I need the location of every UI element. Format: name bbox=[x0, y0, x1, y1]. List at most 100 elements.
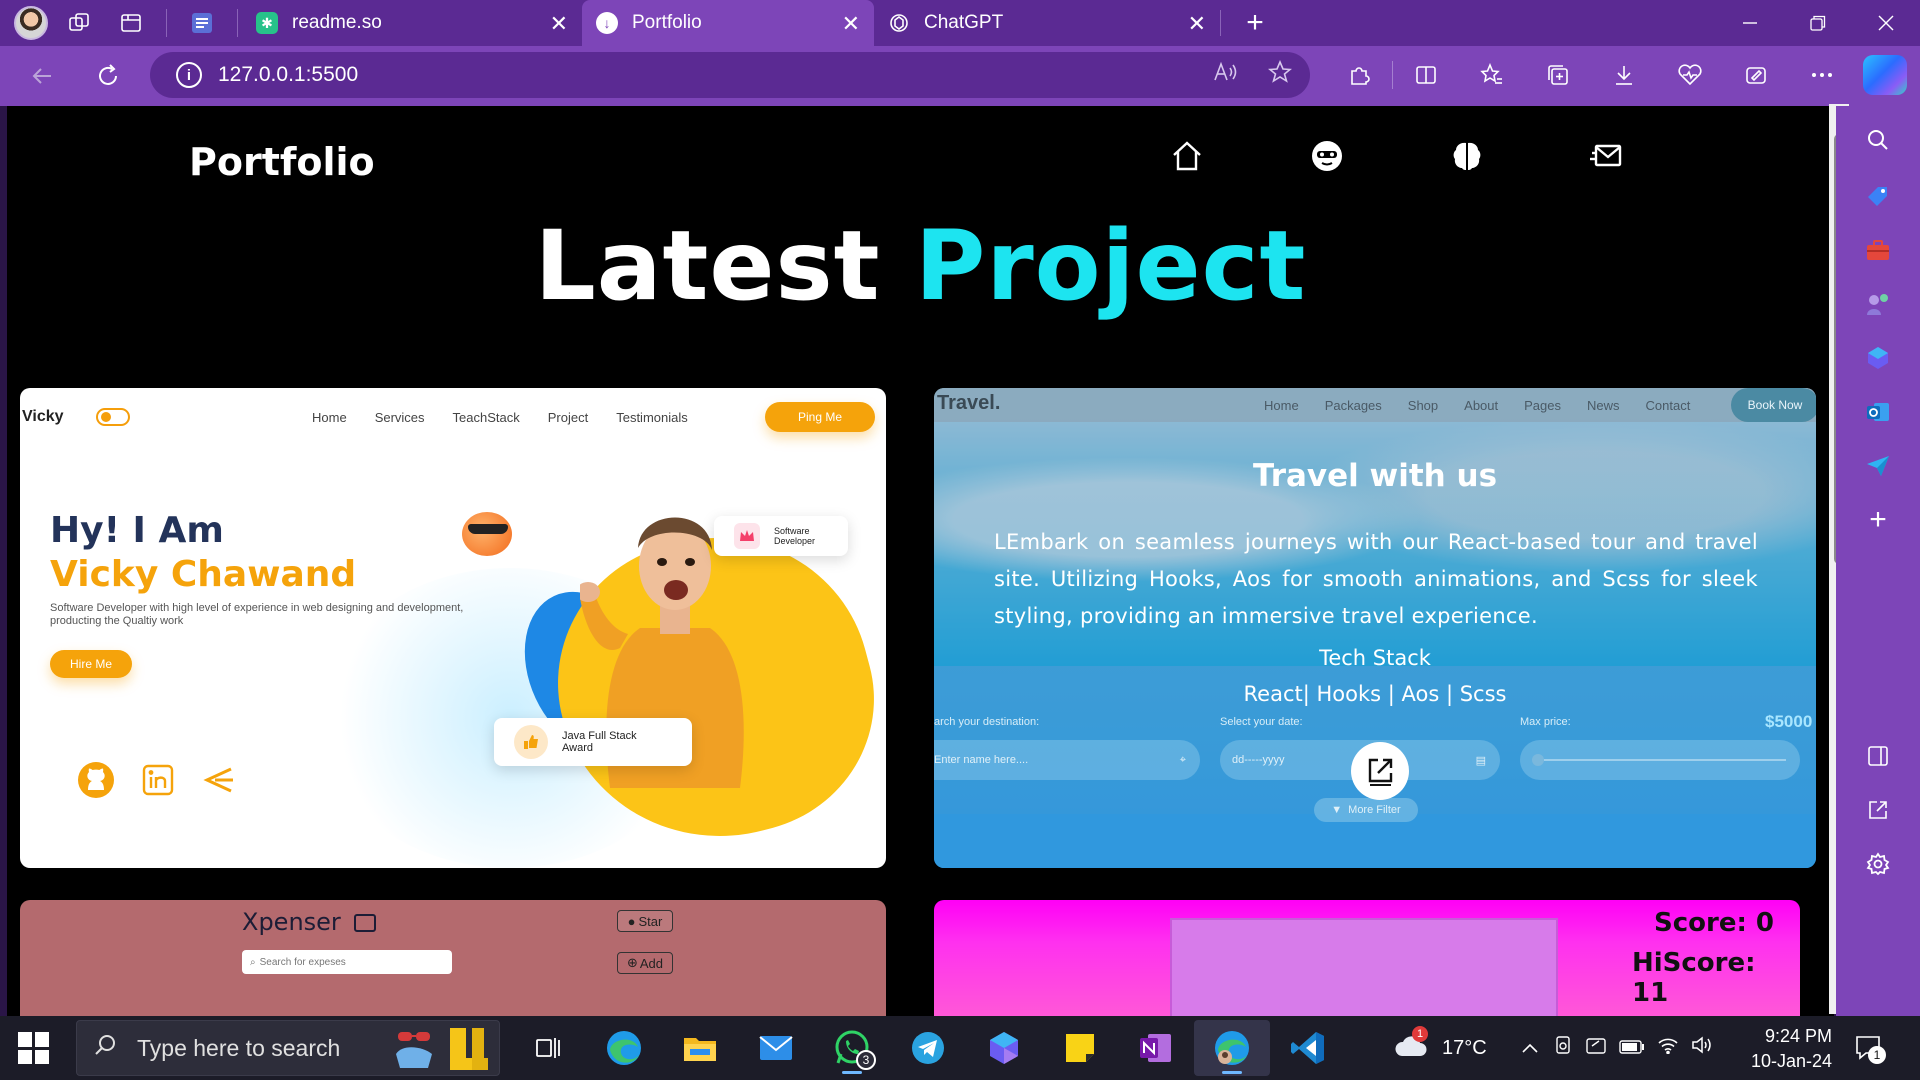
vscode-icon[interactable] bbox=[1270, 1020, 1346, 1076]
extensions-icon[interactable] bbox=[1326, 53, 1392, 97]
search-highlight-illustration bbox=[396, 1028, 488, 1070]
copilot-app-icon[interactable] bbox=[1858, 338, 1898, 378]
close-icon[interactable]: ✕ bbox=[1188, 11, 1206, 37]
name-text: Vicky Chawand bbox=[50, 554, 357, 595]
split-screen-icon[interactable] bbox=[1393, 53, 1459, 97]
battery-icon[interactable] bbox=[1618, 1037, 1645, 1060]
more-filter-label: More Filter bbox=[1348, 804, 1401, 816]
downloads-icon[interactable] bbox=[1591, 53, 1657, 97]
destination-placeholder: Enter name here.... bbox=[934, 754, 1029, 766]
project-card-portfolio[interactable]: Vicky Home Services TeachStack Project T… bbox=[20, 388, 886, 868]
game-board bbox=[1170, 918, 1558, 1016]
star-label: Star bbox=[638, 913, 663, 929]
favorite-star-icon[interactable] bbox=[1267, 59, 1293, 90]
filter-label: Max price: bbox=[1520, 716, 1571, 728]
workspaces-icon[interactable] bbox=[58, 5, 100, 41]
screen-capture-icon[interactable] bbox=[1585, 1035, 1607, 1061]
screenshot-icon[interactable] bbox=[1723, 53, 1789, 97]
new-tab-button[interactable]: + bbox=[1235, 5, 1275, 41]
open-external-icon[interactable] bbox=[1858, 790, 1898, 830]
add-sidebar-app-icon[interactable]: + bbox=[1858, 500, 1898, 540]
windows-start-button[interactable] bbox=[18, 1032, 50, 1064]
hide-sidebar-icon[interactable] bbox=[1858, 736, 1898, 776]
travel-menu-item: About bbox=[1464, 398, 1499, 413]
edge-profile-icon[interactable] bbox=[1194, 1020, 1270, 1076]
xpenser-title: Xpenser bbox=[242, 908, 341, 936]
browser-essentials-icon[interactable] bbox=[1657, 53, 1723, 97]
close-icon[interactable]: ✕ bbox=[550, 11, 568, 37]
favorites-icon[interactable] bbox=[1459, 53, 1525, 97]
show-hidden-icons-icon[interactable] bbox=[1521, 1037, 1539, 1060]
outlook-icon[interactable] bbox=[1858, 392, 1898, 432]
volume-icon[interactable] bbox=[1691, 1036, 1713, 1060]
book-now-button: Book Now bbox=[1731, 388, 1816, 422]
games-icon[interactable] bbox=[1858, 284, 1898, 324]
weather-badge: 1 bbox=[1412, 1026, 1428, 1042]
project-card-xpenser[interactable]: Xpenser ● Star ⌕ Search for expeses ⊕ Ad… bbox=[20, 900, 886, 1016]
windows-taskbar: Type here to search 3 1 17°C 9:24 PM 10-… bbox=[0, 1016, 1920, 1080]
edge-icon[interactable] bbox=[586, 1020, 662, 1076]
browser-toolbar: i 127.0.0.1:5500 bbox=[0, 46, 1920, 106]
onenote-icon[interactable] bbox=[1118, 1020, 1194, 1076]
card-menu-item: Services bbox=[374, 410, 425, 425]
refresh-button[interactable] bbox=[82, 54, 134, 98]
file-explorer-icon[interactable] bbox=[662, 1020, 738, 1076]
profile-avatar[interactable] bbox=[14, 6, 48, 40]
telegram-icon[interactable] bbox=[890, 1020, 966, 1076]
task-view-icon[interactable] bbox=[510, 1020, 586, 1076]
travel-menu-item: Pages bbox=[1524, 398, 1562, 413]
browser-sidebar: + bbox=[1836, 106, 1920, 1016]
project-card-game[interactable]: Score: 0 HiScore: 11 bbox=[934, 900, 1800, 1016]
cool-emoji-icon bbox=[462, 512, 512, 556]
tab-readme[interactable]: ✱ readme.so ✕ bbox=[242, 0, 582, 46]
close-icon[interactable]: ✕ bbox=[842, 11, 860, 37]
send-icon[interactable] bbox=[1858, 446, 1898, 486]
tab-portfolio[interactable]: ↓ Portfolio ✕ bbox=[582, 0, 874, 46]
pinned-tab-icon[interactable] bbox=[181, 5, 223, 41]
system-clock[interactable]: 9:24 PM 10-Jan-24 bbox=[1748, 1024, 1832, 1074]
card-menu-item: Testimonials bbox=[616, 410, 688, 425]
whatsapp-icon[interactable]: 3 bbox=[814, 1020, 890, 1076]
mail-icon[interactable] bbox=[1587, 136, 1627, 176]
search-icon[interactable] bbox=[1858, 120, 1898, 160]
home-icon[interactable] bbox=[1167, 136, 1207, 176]
github-star-button: ● Star bbox=[617, 910, 673, 932]
read-aloud-icon[interactable] bbox=[1212, 60, 1238, 90]
brain-icon[interactable] bbox=[1447, 136, 1487, 176]
copilot-taskbar-icon[interactable] bbox=[966, 1020, 1042, 1076]
tools-icon[interactable] bbox=[1858, 230, 1898, 270]
search-icon bbox=[93, 1033, 117, 1064]
sticky-notes-icon[interactable] bbox=[1042, 1020, 1118, 1076]
shopping-tag-icon[interactable] bbox=[1858, 176, 1898, 216]
project-card-travel[interactable]: Travel. Home Packages Shop About Pages N… bbox=[934, 388, 1816, 868]
tab-actions-icon[interactable] bbox=[110, 5, 152, 41]
temperature-text[interactable]: 17°C bbox=[1442, 1037, 1487, 1060]
codechef-icon bbox=[200, 760, 240, 800]
copilot-button[interactable] bbox=[1863, 55, 1907, 95]
tab-separator bbox=[1220, 10, 1221, 36]
linkedin-icon bbox=[138, 760, 178, 800]
ping-me-button: Ping Me bbox=[765, 402, 875, 432]
site-info-icon[interactable]: i bbox=[176, 62, 202, 88]
restore-button[interactable] bbox=[1784, 0, 1852, 46]
device-icon[interactable] bbox=[1553, 1035, 1573, 1061]
url-text[interactable]: 127.0.0.1:5500 bbox=[218, 63, 358, 87]
weather-icon[interactable]: 1 bbox=[1394, 1026, 1428, 1064]
travel-menu-item: Shop bbox=[1407, 398, 1439, 413]
mail-app-icon[interactable] bbox=[738, 1020, 814, 1076]
wifi-icon[interactable] bbox=[1657, 1036, 1679, 1060]
face-icon[interactable] bbox=[1307, 136, 1347, 176]
site-logo[interactable]: Portfolio bbox=[189, 140, 375, 184]
address-bar[interactable]: i 127.0.0.1:5500 bbox=[150, 52, 1310, 98]
clock-date: 10-Jan-24 bbox=[1750, 1051, 1832, 1071]
collections-icon[interactable] bbox=[1525, 53, 1591, 97]
notification-center-icon[interactable]: 1 bbox=[1854, 1034, 1886, 1064]
tab-chatgpt[interactable]: ChatGPT ✕ bbox=[874, 0, 1220, 46]
open-project-button[interactable] bbox=[1351, 742, 1409, 800]
settings-gear-icon[interactable] bbox=[1858, 844, 1898, 884]
back-button[interactable] bbox=[16, 54, 68, 98]
minimize-button[interactable] bbox=[1716, 0, 1784, 46]
more-options-icon[interactable] bbox=[1789, 53, 1855, 97]
close-window-button[interactable] bbox=[1852, 0, 1920, 46]
external-link-icon bbox=[1368, 758, 1393, 786]
